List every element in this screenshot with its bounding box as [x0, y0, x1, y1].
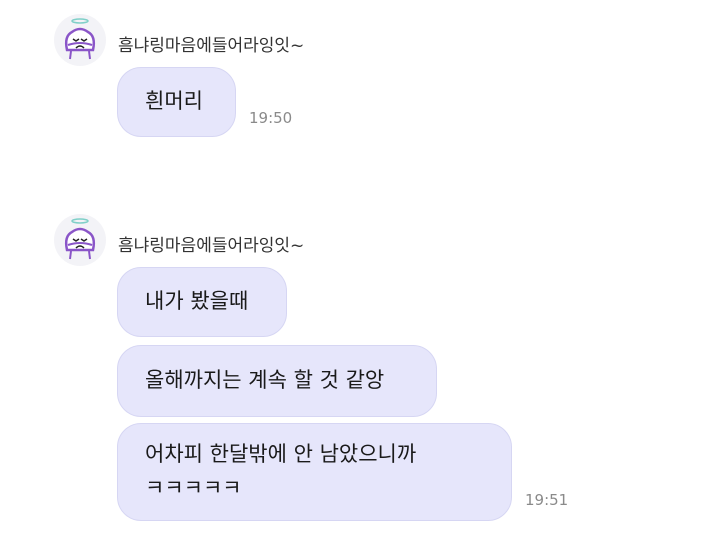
message-bubble[interactable]: 내가 봤을때 [117, 267, 287, 337]
message-bubble[interactable]: 흰머리 [117, 67, 236, 137]
message-bubble[interactable]: 어차피 한달밖에 안 남았으니까 ㅋㅋㅋㅋㅋ [117, 423, 512, 521]
chat-view: 흠냐링마음에들어라잉잇~ 흰머리 19:50 흠냐링마음에들어라잉잇~ 내가 봤… [0, 0, 720, 552]
cartoon-face-with-halo-icon [64, 218, 96, 260]
message-timestamp: 19:50 [249, 109, 293, 127]
sender-avatar[interactable] [54, 14, 106, 66]
message-text: 올해까지는 계속 할 것 같앙 [145, 368, 385, 393]
message-timestamp: 19:51 [525, 491, 569, 509]
message-text: 내가 봤을때 [145, 289, 249, 314]
message-text-line: ㅋㅋㅋㅋㅋ [145, 476, 242, 500]
sender-avatar[interactable] [54, 214, 106, 266]
sender-name: 흠냐링마음에들어라잉잇~ [118, 236, 305, 256]
message-text: 흰머리 [145, 89, 203, 114]
cartoon-face-with-halo-icon [64, 18, 96, 60]
sender-name: 흠냐링마음에들어라잉잇~ [118, 36, 305, 56]
message-text-line: 어차피 한달밖에 안 남았으니까 [145, 442, 417, 467]
message-bubble[interactable]: 올해까지는 계속 할 것 같앙 [117, 345, 437, 417]
